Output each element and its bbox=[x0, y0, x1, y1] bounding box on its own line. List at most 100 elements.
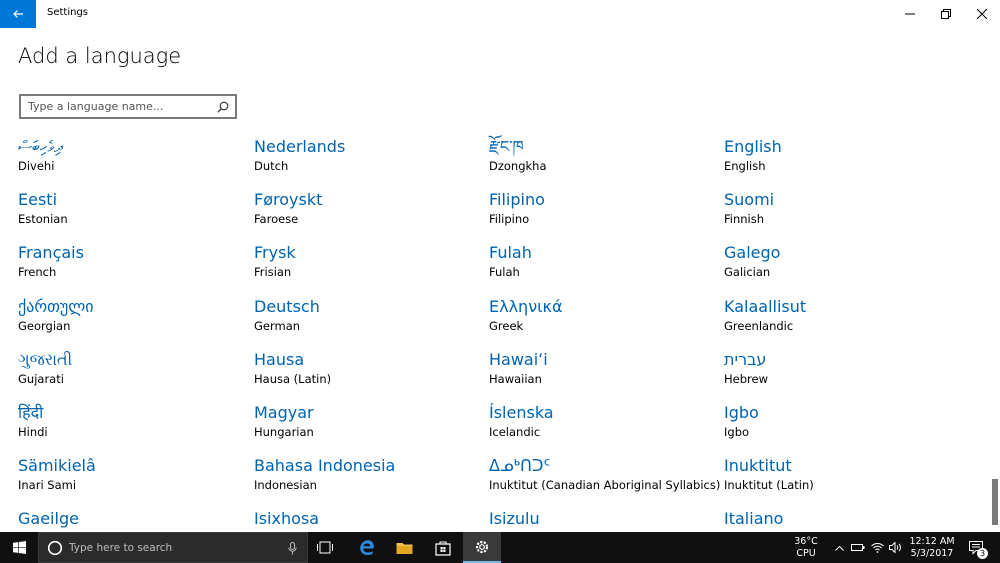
language-item[interactable]: Isixhosa bbox=[254, 508, 484, 532]
language-search-input[interactable] bbox=[21, 100, 214, 113]
language-item[interactable]: Frysk Frisian bbox=[254, 242, 484, 292]
language-item[interactable]: Inuktitut Inuktitut (Latin) bbox=[724, 455, 954, 505]
language-item[interactable]: Igbo Igbo bbox=[724, 402, 954, 452]
language-english-name: Dutch bbox=[254, 159, 289, 173]
language-native-name: Inuktitut bbox=[724, 456, 792, 476]
language-native-name: ᐃᓄᒃᑎᑐᑦ bbox=[489, 456, 551, 476]
chevron-up-icon bbox=[834, 545, 844, 551]
language-native-name: हिंदी bbox=[18, 403, 44, 422]
language-english-name: Galician bbox=[724, 265, 771, 280]
language-english-name: Igbo bbox=[724, 425, 750, 439]
language-native-name: Ελληνικά bbox=[489, 296, 563, 316]
microphone-icon[interactable] bbox=[288, 542, 297, 555]
language-item[interactable]: Deutsch German bbox=[254, 296, 484, 346]
language-native-name: Italiano bbox=[724, 509, 784, 529]
title-bar: Settings bbox=[0, 0, 1000, 28]
scrollbar[interactable] bbox=[990, 28, 1000, 532]
edge-button[interactable] bbox=[347, 532, 385, 563]
language-native-name: Deutsch bbox=[254, 296, 320, 316]
language-item[interactable]: हिंदी Hindi bbox=[18, 402, 248, 452]
restore-button[interactable] bbox=[928, 0, 964, 28]
language-item[interactable]: עברית Hebrew bbox=[724, 349, 954, 399]
language-english-name: Fulah bbox=[489, 265, 520, 280]
language-english-name: Estonian bbox=[18, 212, 68, 227]
volume-button[interactable] bbox=[886, 532, 904, 563]
language-item[interactable]: ქართული Georgian bbox=[18, 296, 248, 346]
language-english-name: French bbox=[18, 265, 57, 280]
language-english-name: Filipino bbox=[489, 212, 530, 227]
start-button[interactable] bbox=[0, 532, 38, 563]
language-english-name: Inuktitut (Latin) bbox=[724, 478, 814, 493]
task-view-icon bbox=[317, 541, 333, 554]
minimize-icon bbox=[905, 13, 915, 15]
language-item[interactable]: Galego Galician bbox=[724, 242, 954, 292]
network-button[interactable] bbox=[868, 532, 886, 563]
store-button[interactable] bbox=[424, 532, 462, 563]
language-item[interactable]: Íslenska Icelandic bbox=[489, 402, 719, 452]
language-item[interactable]: Français French bbox=[18, 242, 248, 292]
language-native-name: Bahasa Indonesia bbox=[254, 456, 396, 476]
language-item[interactable]: ગુજરાતી Gujarati bbox=[18, 349, 248, 399]
language-item[interactable]: Eesti Estonian bbox=[18, 189, 248, 239]
back-button[interactable] bbox=[0, 0, 36, 28]
language-item[interactable]: Kalaallisut Greenlandic bbox=[724, 296, 954, 346]
search-icon[interactable] bbox=[214, 98, 232, 116]
language-item[interactable]: Filipino Filipino bbox=[489, 189, 719, 239]
language-item[interactable]: Italiano bbox=[724, 508, 954, 532]
language-native-name: ગુજરાતી bbox=[18, 349, 73, 369]
taskbar-search-box[interactable]: Type here to search bbox=[38, 532, 308, 563]
language-native-name: Íslenska bbox=[489, 403, 554, 422]
back-arrow-icon bbox=[13, 10, 23, 18]
language-english-name: Faroese bbox=[254, 212, 299, 227]
language-item[interactable]: Hawaiʻi Hawaiian bbox=[489, 349, 719, 399]
show-hidden-icons-button[interactable] bbox=[832, 532, 846, 563]
language-english-name: Hungarian bbox=[254, 425, 314, 439]
weather-label: CPU bbox=[796, 548, 816, 559]
language-item[interactable]: Isizulu bbox=[489, 508, 719, 532]
language-item[interactable]: Suomi Finnish bbox=[724, 189, 954, 239]
language-native-name: ქართული bbox=[18, 296, 94, 316]
language-english-name: Georgian bbox=[18, 318, 71, 333]
language-item[interactable]: Føroyskt Faroese bbox=[254, 189, 484, 239]
language-item[interactable]: ᐃᓄᒃᑎᑐᑦ Inuktitut (Canadian Aboriginal Syl… bbox=[489, 455, 720, 505]
language-item[interactable]: Fulah Fulah bbox=[489, 242, 719, 292]
language-item[interactable]: English English bbox=[724, 136, 954, 186]
clock[interactable]: 12:12 AM 5/3/2017 bbox=[904, 536, 960, 560]
weather-widget[interactable]: 36°C CPU bbox=[786, 536, 826, 560]
task-view-button[interactable] bbox=[306, 532, 344, 563]
language-search-box[interactable] bbox=[19, 94, 237, 119]
language-native-name: Hawaiʻi bbox=[489, 349, 548, 369]
close-button[interactable] bbox=[964, 0, 1000, 28]
language-item[interactable]: ދިވެހިބަސް Divehi bbox=[18, 136, 248, 186]
language-item[interactable]: Nederlands Dutch bbox=[254, 136, 484, 186]
language-native-name: English bbox=[724, 137, 782, 156]
language-item[interactable]: Bahasa Indonesia Indonesian bbox=[254, 455, 484, 505]
window-title: Settings bbox=[47, 7, 89, 18]
scrollbar-thumb[interactable] bbox=[992, 479, 998, 525]
language-item[interactable]: རྫོང་ཁ Dzongkha bbox=[489, 136, 719, 186]
language-item[interactable]: Gaeilge bbox=[18, 508, 248, 532]
language-item[interactable]: Sämikielâ Inari Sami bbox=[18, 455, 248, 505]
restore-icon bbox=[941, 9, 951, 19]
language-native-name: Galego bbox=[724, 243, 781, 263]
language-item[interactable]: Hausa Hausa (Latin) bbox=[254, 349, 484, 399]
language-native-name: Igbo bbox=[724, 403, 759, 422]
action-center-button[interactable]: 3 bbox=[962, 532, 992, 563]
file-explorer-button[interactable] bbox=[385, 532, 423, 563]
language-english-name: Hawaiian bbox=[489, 371, 542, 386]
settings-taskbar-button[interactable] bbox=[463, 532, 501, 563]
language-native-name: Føroyskt bbox=[254, 190, 323, 210]
language-english-name: Dzongkha bbox=[489, 159, 547, 173]
power-button[interactable] bbox=[849, 532, 867, 563]
language-native-name: Fulah bbox=[489, 243, 532, 263]
language-english-name: Hindi bbox=[18, 425, 48, 439]
language-item[interactable]: Magyar Hungarian bbox=[254, 402, 484, 452]
language-native-name: Gaeilge bbox=[18, 509, 79, 529]
language-native-name: Français bbox=[18, 243, 84, 263]
language-item[interactable]: Ελληνικά Greek bbox=[489, 296, 719, 346]
language-english-name: Greenlandic bbox=[724, 318, 794, 333]
minimize-button[interactable] bbox=[892, 0, 928, 28]
taskbar: Type here to search 36°C CPU 12:12 AM 5/… bbox=[0, 532, 1000, 563]
language-english-name: Frisian bbox=[254, 265, 292, 280]
language-english-name: Greek bbox=[489, 318, 524, 333]
